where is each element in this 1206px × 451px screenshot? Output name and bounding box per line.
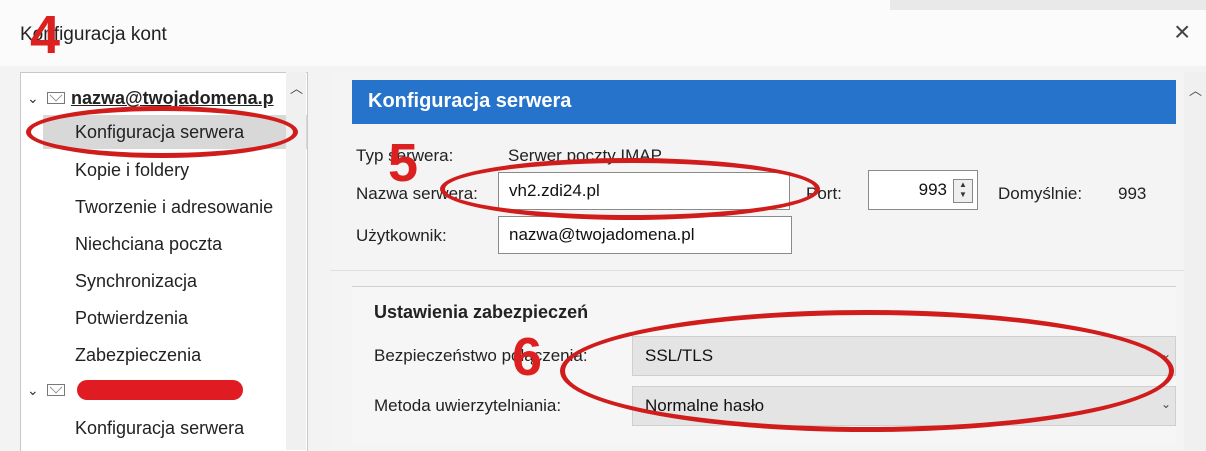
tree-account-2[interactable]: ⌄ <box>27 373 243 407</box>
annotation-number-6: 6 <box>512 327 543 387</box>
default-port-value: 993 <box>1118 184 1147 203</box>
connection-security-label: Bezpieczeństwo połączenia: <box>374 346 588 365</box>
user-input[interactable]: nazwa@twojadomena.pl <box>498 216 792 254</box>
title-bar: Konfiguracja kont × <box>0 0 1206 66</box>
annotation-number-5: 5 <box>388 133 419 193</box>
sidebar-item-copies-folders[interactable]: Kopie i foldery <box>75 153 189 187</box>
sidebar-item-sync[interactable]: Synchronizacja <box>75 264 197 298</box>
chevron-down-icon[interactable]: ⌄ <box>27 81 43 115</box>
divider <box>330 270 1184 271</box>
annotation-ellipse-security <box>560 310 1174 432</box>
sidebar-item-security[interactable]: Zabezpieczenia <box>75 338 201 372</box>
chevron-down-icon[interactable]: ⌄ <box>27 373 43 407</box>
scroll-up-icon[interactable]: ︿ <box>1189 80 1202 99</box>
auth-method-label: Metoda uwierzytelniania: <box>374 396 562 415</box>
panel-scrollbar[interactable] <box>1184 72 1206 450</box>
mail-icon <box>47 92 65 104</box>
security-section-title: Ustawienia zabezpieczeń <box>374 302 589 322</box>
port-stepper[interactable]: ▲ ▼ <box>953 179 973 203</box>
sidebar-item-composition[interactable]: Tworzenie i adresowanie <box>75 190 273 224</box>
port-input[interactable]: 993 ▲ ▼ <box>868 170 978 210</box>
user-value: nazwa@twojadomena.pl <box>509 225 695 244</box>
mail-icon <box>47 384 65 396</box>
annotation-ellipse-server-name <box>440 158 820 220</box>
sidebar-item-receipts[interactable]: Potwierdzenia <box>75 301 188 335</box>
close-button[interactable]: × <box>1174 18 1190 46</box>
chevron-down-icon: ⌄ <box>1160 397 1171 411</box>
sidebar-item-junk[interactable]: Niechciana poczta <box>75 227 222 261</box>
scroll-up-icon[interactable]: ︿ <box>290 78 303 97</box>
redacted-account-name <box>77 380 243 400</box>
annotation-number-4: 4 <box>30 5 61 65</box>
annotation-ellipse-server-settings <box>26 106 298 158</box>
panel-header: Konfiguracja serwera <box>352 80 1176 124</box>
user-label: Użytkownik: <box>356 226 447 245</box>
default-port-label: Domyślnie: <box>998 184 1083 203</box>
port-value: 993 <box>918 180 947 199</box>
panel-header-title: Konfiguracja serwera <box>368 90 572 112</box>
title-bar-shade <box>890 0 1206 10</box>
sidebar-item-server-settings-2[interactable]: Konfiguracja serwera <box>75 411 244 445</box>
